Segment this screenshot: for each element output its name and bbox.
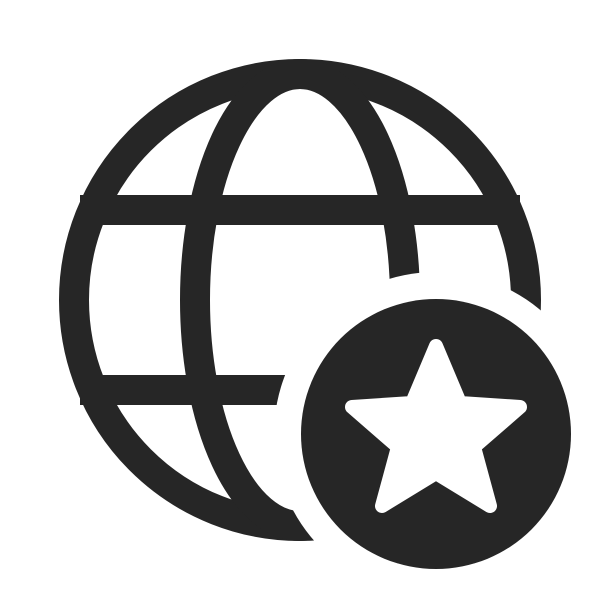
star-badge-icon — [301, 299, 571, 569]
icon-canvas — [0, 0, 600, 600]
globe-star-icon — [59, 59, 571, 569]
